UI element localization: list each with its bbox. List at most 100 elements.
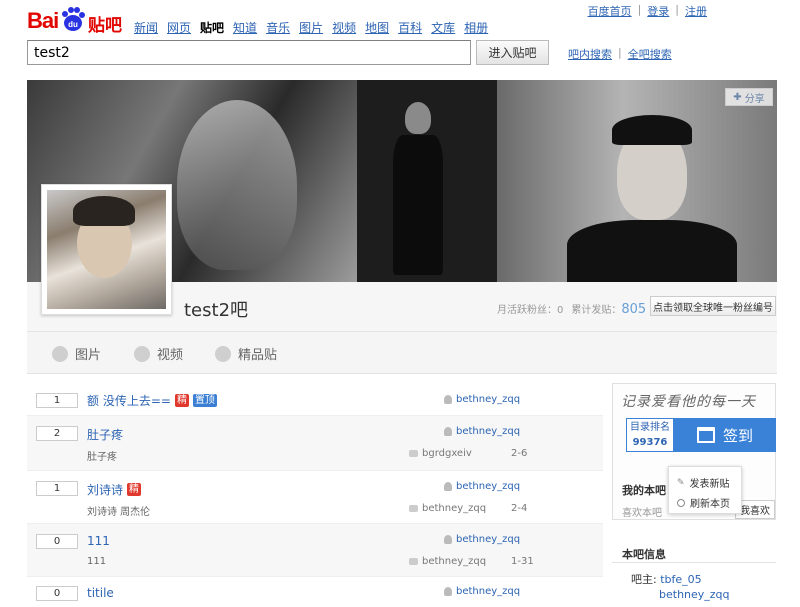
nav-item-zhidao[interactable]: 知道 bbox=[233, 19, 257, 36]
thread-title[interactable]: 额 没传上去== 精 置顶 bbox=[87, 392, 217, 409]
thread-author[interactable]: bethney_zqq bbox=[444, 534, 520, 545]
search-input[interactable] bbox=[27, 40, 471, 65]
forum-tabs: 图片 视频 精品贴 bbox=[27, 332, 777, 374]
author-name[interactable]: bethney_zqq bbox=[456, 534, 520, 545]
baidu-tieba-logo[interactable]: Bai du 贴吧 bbox=[27, 4, 123, 36]
author-name[interactable]: bethney_zqq bbox=[456, 586, 520, 597]
thread-title[interactable]: 111 bbox=[87, 534, 110, 548]
comment-icon bbox=[409, 558, 418, 565]
baidu-home-link[interactable]: 百度首页 bbox=[588, 3, 632, 19]
video-icon bbox=[134, 345, 150, 362]
star-icon bbox=[215, 345, 231, 362]
thread-author[interactable]: bethney_zqq bbox=[444, 426, 520, 437]
owner-link[interactable]: bethney_zqq bbox=[659, 588, 730, 601]
calendar-icon bbox=[696, 427, 715, 443]
tab-label: 图片 bbox=[75, 348, 102, 363]
last-reply-date: 1-31 bbox=[511, 556, 534, 567]
owner-label: 吧主: bbox=[631, 573, 657, 586]
tab-pictures[interactable]: 图片 bbox=[52, 344, 101, 363]
nav-item-news[interactable]: 新闻 bbox=[134, 19, 158, 36]
thread-title-text[interactable]: 刘诗诗 bbox=[87, 481, 123, 498]
last-reply-user[interactable]: bethney_zqq bbox=[422, 556, 486, 567]
author-name[interactable]: bethney_zqq bbox=[456, 426, 520, 437]
login-link[interactable]: 登录 bbox=[647, 3, 669, 19]
thread-author[interactable]: bethney_zqq bbox=[444, 394, 520, 405]
product-nav: 新闻 网页 贴吧 知道 音乐 图片 视频 地图 百科 文库 相册 bbox=[134, 19, 488, 36]
share-button[interactable]: ✚ 分享 bbox=[725, 88, 773, 106]
thread-title[interactable]: 刘诗诗 精 bbox=[87, 481, 142, 498]
tab-label: 精品贴 bbox=[238, 348, 278, 363]
pencil-icon: ✎ bbox=[677, 477, 685, 488]
figure-body bbox=[393, 135, 443, 275]
global-search-link[interactable]: 全吧搜索 bbox=[628, 46, 672, 62]
enter-forum-button[interactable]: 进入贴吧 bbox=[476, 40, 549, 65]
last-reply[interactable]: bgrdgxeiv bbox=[409, 448, 472, 459]
new-post-label: 发表新贴 bbox=[689, 479, 730, 490]
search-scope-links: 吧内搜索 | 全吧搜索 bbox=[568, 46, 672, 62]
quick-actions-popup: ✎ 发表新贴 刷新本页 bbox=[668, 466, 742, 514]
nav-item-map[interactable]: 地图 bbox=[365, 19, 389, 36]
sign-in-button[interactable]: 签到 bbox=[674, 418, 776, 452]
logo-tieba-text: 贴吧 bbox=[88, 16, 122, 36]
in-forum-search-link[interactable]: 吧内搜索 bbox=[568, 46, 612, 62]
author-name[interactable]: bethney_zqq bbox=[456, 481, 520, 492]
forum-avatar[interactable] bbox=[41, 184, 172, 315]
nav-item-images[interactable]: 图片 bbox=[299, 19, 323, 36]
thread-title[interactable]: 肚子疼 bbox=[87, 426, 123, 443]
hand-shape bbox=[177, 100, 297, 270]
thread-title-text[interactable]: 肚子疼 bbox=[87, 426, 123, 443]
thread-row: 1 额 没传上去== 精 置顶 bethney_zqq bbox=[27, 385, 603, 416]
refresh-item[interactable]: 刷新本页 bbox=[677, 495, 730, 510]
nav-item-music[interactable]: 音乐 bbox=[266, 19, 290, 36]
thread-author[interactable]: bethney_zqq bbox=[444, 481, 520, 492]
thread-abstract: 肚子疼 bbox=[87, 452, 117, 463]
nav-item-video[interactable]: 视频 bbox=[332, 19, 356, 36]
tab-label: 视频 bbox=[157, 348, 184, 363]
register-link[interactable]: 注册 bbox=[685, 3, 707, 19]
last-reply-user[interactable]: bethney_zqq bbox=[422, 503, 486, 514]
divider bbox=[612, 562, 776, 563]
picture-icon bbox=[52, 345, 68, 362]
last-reply-user[interactable]: bgrdgxeiv bbox=[422, 448, 472, 459]
new-post-item[interactable]: ✎ 发表新贴 bbox=[677, 475, 730, 491]
comment-icon bbox=[409, 505, 418, 512]
thread-title-text[interactable]: titile bbox=[87, 586, 114, 600]
thread-author[interactable]: bethney_zqq bbox=[444, 586, 520, 597]
reply-count: 0 bbox=[36, 534, 78, 549]
directory-rank: 目录排名 99376 bbox=[626, 418, 674, 452]
owner-link[interactable]: tbfe_05 bbox=[660, 573, 701, 586]
my-forum-title: 我的本吧 bbox=[622, 484, 666, 497]
user-icon bbox=[444, 395, 452, 404]
thread-list: 1 额 没传上去== 精 置顶 bethney_zqq 2 肚子疼 肚子疼 be… bbox=[27, 385, 603, 607]
nav-item-wenku[interactable]: 文库 bbox=[431, 19, 455, 36]
last-reply[interactable]: bethney_zqq bbox=[409, 556, 486, 567]
hair-shape bbox=[612, 115, 692, 145]
reply-count: 1 bbox=[36, 393, 78, 408]
pinned-badge: 置顶 bbox=[192, 394, 217, 407]
thread-title-text[interactable]: 额 没传上去== bbox=[87, 392, 171, 409]
avatar-hair bbox=[73, 196, 135, 226]
paw-icon: du bbox=[62, 7, 85, 31]
nav-item-web[interactable]: 网页 bbox=[167, 19, 191, 36]
last-reply[interactable]: bethney_zqq bbox=[409, 503, 486, 514]
separator: | bbox=[675, 3, 679, 16]
nav-item-album[interactable]: 相册 bbox=[464, 19, 488, 36]
thread-title-text[interactable]: 111 bbox=[87, 534, 110, 548]
user-icon bbox=[444, 482, 452, 491]
claim-fan-number-button[interactable]: 点击领取全球唯一粉丝编号 bbox=[650, 296, 776, 316]
reply-count: 2 bbox=[36, 426, 78, 441]
thread-title[interactable]: titile bbox=[87, 586, 114, 600]
nav-item-baike[interactable]: 百科 bbox=[398, 19, 422, 36]
author-name[interactable]: bethney_zqq bbox=[456, 394, 520, 405]
reply-count: 0 bbox=[36, 586, 78, 601]
comment-icon bbox=[409, 450, 418, 457]
total-posts-label: 累计发贴：805 bbox=[571, 302, 647, 317]
featured-badge: 精 bbox=[127, 483, 142, 496]
last-reply-date: 2-6 bbox=[511, 448, 528, 459]
last-reply-date: 2-4 bbox=[511, 503, 528, 514]
tab-videos[interactable]: 视频 bbox=[134, 344, 183, 363]
forum-slogan: 记录爱看他的每一天 bbox=[621, 394, 756, 410]
user-icon bbox=[444, 427, 452, 436]
forum-name: test2吧 bbox=[184, 300, 249, 321]
tab-featured[interactable]: 精品贴 bbox=[215, 344, 277, 363]
